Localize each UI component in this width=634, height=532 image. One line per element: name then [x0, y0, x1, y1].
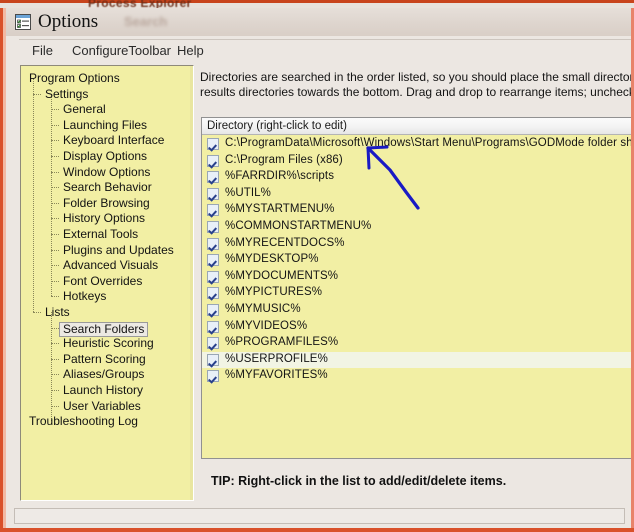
directory-checkbox[interactable] — [207, 270, 219, 283]
directory-row[interactable]: C:\Program Files (x86) — [202, 153, 631, 170]
tree-item-program-options[interactable]: Program Options — [27, 72, 122, 85]
tree-item-general[interactable]: General — [61, 103, 108, 116]
tree-item-user-variables[interactable]: User Variables — [61, 399, 143, 413]
directory-path-label: %MYSTARTMENU% — [225, 203, 335, 216]
client-area: Program Options Settings General Launching … — [12, 60, 631, 510]
directory-row[interactable]: %MYDOCUMENTS% — [202, 269, 631, 286]
tree-item-heuristic-scoring[interactable]: Heuristic Scoring — [61, 337, 156, 350]
tree-item-display-options[interactable]: Display Options — [61, 150, 149, 163]
directory-path-label: C:\Program Files (x86) — [225, 153, 343, 166]
directory-checkbox[interactable] — [207, 353, 219, 366]
tree-item-font-overrides[interactable]: Font Overrides — [61, 274, 144, 288]
directory-list-header[interactable]: Directory (right-click to edit) — [202, 118, 631, 135]
tree-item-plugins-and-updates[interactable]: Plugins and Updates — [61, 243, 176, 257]
tree-item-history-options[interactable]: History Options — [61, 212, 147, 225]
directory-path-label: %MYRECENTDOCS% — [225, 236, 345, 249]
directory-path-label: %USERPROFILE% — [225, 352, 328, 365]
directory-checkbox[interactable] — [207, 204, 219, 217]
panel-description-line2: results directories towards the bottom. … — [200, 85, 631, 99]
directory-row[interactable]: %MYMUSIC% — [202, 302, 631, 319]
tree-item-search-behavior[interactable]: Search Behavior — [61, 181, 154, 194]
tree-item-lists[interactable]: Lists — [43, 306, 72, 319]
tree-item-troubleshooting-log[interactable]: Troubleshooting Log — [27, 415, 140, 428]
directory-checkbox[interactable] — [207, 337, 219, 350]
window-title: Options — [38, 11, 99, 32]
directory-row[interactable]: %MYSTARTMENU% — [202, 202, 631, 219]
tree-item-settings[interactable]: Settings — [43, 87, 90, 101]
directory-list[interactable]: Directory (right-click to edit) C:\Progr… — [201, 117, 631, 459]
tree-item-pattern-scoring[interactable]: Pattern Scoring — [61, 352, 148, 366]
directory-path-label: C:\ProgramData\Microsoft\Windows\Start M… — [225, 137, 631, 149]
directory-path-label: %FARRDIR%\scripts — [225, 170, 335, 183]
tree-item-window-options[interactable]: Window Options — [61, 165, 152, 179]
directory-path-label: %MYFAVORITES% — [225, 369, 328, 382]
host-frame-bottom — [0, 528, 634, 532]
tree-item-external-tools[interactable]: External Tools — [61, 228, 140, 241]
directory-path-label: %MYDOCUMENTS% — [225, 269, 339, 282]
title-bar[interactable]: Options Search — [6, 8, 631, 36]
directory-path-label: %MYMUSIC% — [225, 302, 301, 315]
options-dialog: Options Search File ConfigureToolbar Hel… — [6, 8, 631, 528]
directory-path-label: %MYDESKTOP% — [225, 253, 319, 266]
tree-item-hotkeys[interactable]: Hotkeys — [61, 290, 108, 303]
tip-text: TIP: Right-click in the list to add/edit… — [211, 474, 507, 488]
directory-checkbox[interactable] — [207, 370, 219, 383]
directory-row[interactable]: %MYRECENTDOCS% — [202, 236, 631, 253]
directory-checkbox[interactable] — [207, 154, 219, 167]
directory-checkbox[interactable] — [207, 171, 219, 184]
directory-checkbox[interactable] — [207, 320, 219, 333]
directory-row[interactable]: %MYDESKTOP% — [202, 252, 631, 269]
menu-item-help[interactable]: Help — [172, 42, 209, 59]
tree-item-folder-browsing[interactable]: Folder Browsing — [61, 196, 152, 210]
status-strip — [14, 508, 625, 524]
directory-row[interactable]: %MYFAVORITES% — [202, 368, 631, 385]
directory-checkbox[interactable] — [207, 254, 219, 267]
directory-row[interactable]: %USERPROFILE% — [202, 351, 631, 369]
tip-bar: TIP: Right-click in the list to add/edit… — [198, 464, 631, 504]
menu-item-configuretoolbar[interactable]: ConfigureToolbar — [67, 42, 176, 59]
directory-row[interactable]: %FARRDIR%\scripts — [202, 169, 631, 186]
directory-checkbox[interactable] — [207, 220, 219, 233]
tree-item-search-folders[interactable]: Search Folders — [59, 321, 149, 337]
directory-checkbox[interactable] — [207, 237, 219, 250]
panel-description-line1: Directories are searched in the order li… — [200, 70, 631, 84]
tree-item-launching-files[interactable]: Launching Files — [61, 118, 149, 132]
screen: Process Explorer Options Search File Con… — [0, 0, 634, 532]
directory-checkbox[interactable] — [207, 187, 219, 200]
directory-row[interactable]: %MYVIDEOS% — [202, 319, 631, 336]
tree-item-launch-history[interactable]: Launch History — [61, 384, 145, 397]
directory-checkbox[interactable] — [207, 287, 219, 300]
directory-row[interactable]: %MYPICTURES% — [202, 285, 631, 302]
search-folders-panel: Directories are searched in the order li… — [198, 62, 631, 510]
options-list-icon — [15, 14, 31, 30]
directory-path-label: %MYPICTURES% — [225, 286, 323, 299]
directory-path-label: %UTIL% — [225, 186, 271, 199]
directory-checkbox[interactable] — [207, 303, 219, 316]
directory-column-header: Directory (right-click to edit) — [207, 120, 347, 132]
tree-item-keyboard-interface[interactable]: Keyboard Interface — [61, 134, 166, 147]
directory-row[interactable]: %UTIL% — [202, 186, 631, 203]
options-tree[interactable]: Program Options Settings General Launching … — [20, 65, 194, 501]
directory-row[interactable]: C:\ProgramData\Microsoft\Windows\Start M… — [202, 136, 631, 153]
menu-bar: File ConfigureToolbar Help — [19, 39, 631, 61]
tree-scroll-gutter[interactable] — [190, 66, 193, 500]
menu-item-file[interactable]: File — [27, 42, 58, 59]
directory-checkbox[interactable] — [207, 138, 219, 150]
tree-item-advanced-visuals[interactable]: Advanced Visuals — [61, 259, 160, 272]
window-title-ghost: Search — [124, 14, 168, 29]
directory-path-label: %MYVIDEOS% — [225, 319, 308, 332]
directory-row[interactable]: %COMMONSTARTMENU% — [202, 219, 631, 236]
tree-item-aliases-groups[interactable]: Aliases/Groups — [61, 368, 146, 381]
directory-path-label: %COMMONSTARTMENU% — [225, 219, 372, 232]
directory-path-label: %PROGRAMFILES% — [225, 336, 339, 349]
directory-row[interactable]: %PROGRAMFILES% — [202, 335, 631, 352]
